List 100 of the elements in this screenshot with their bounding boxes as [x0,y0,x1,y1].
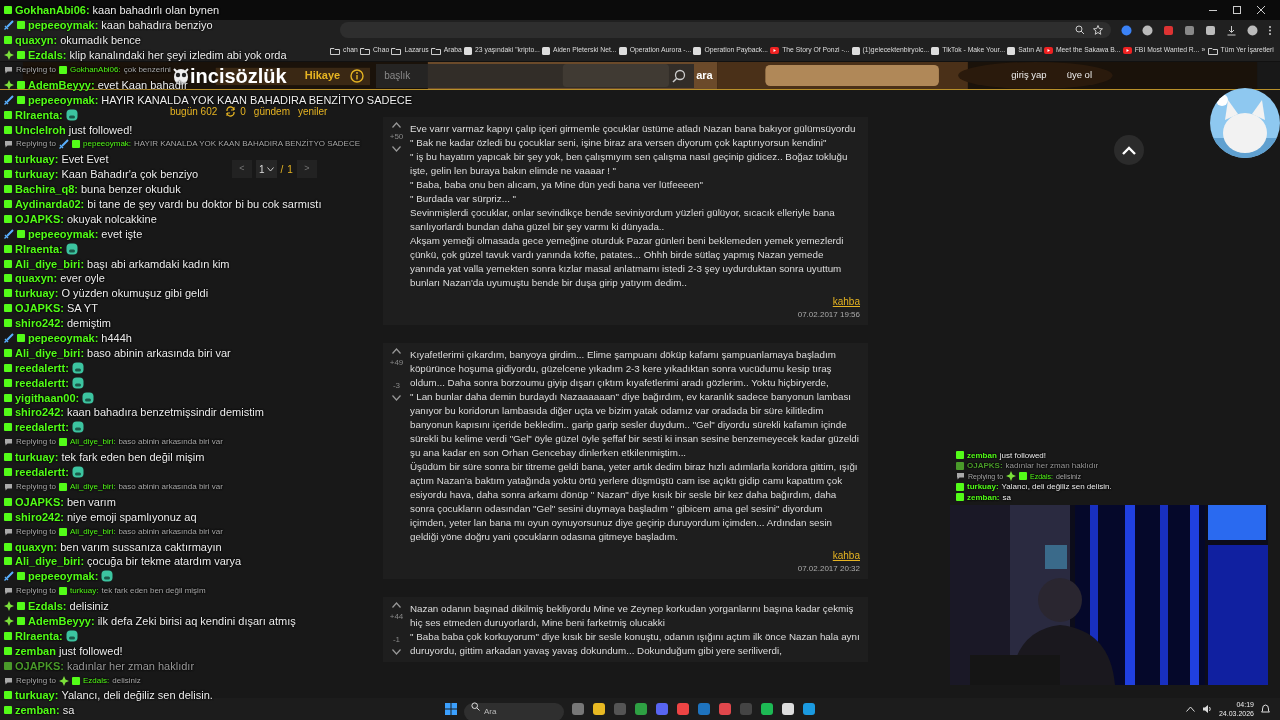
username[interactable]: reedalertt: [15,466,69,479]
refresh-link[interactable]: 0 [225,104,246,119]
username[interactable]: turkuay: [15,451,59,464]
username[interactable]: reedalertt: [15,361,69,374]
reply-label: Replying to [16,674,57,687]
app-icon[interactable] [634,702,648,716]
author-link[interactable]: kahba [832,294,860,309]
username[interactable]: Ali_diye_biri: [15,257,85,270]
username[interactable]: zemban: [967,492,1000,502]
close-icon[interactable] [1256,5,1266,15]
username[interactable]: Ezdals: [28,49,67,62]
username[interactable]: Ali_diye_biri: [70,480,116,493]
username[interactable]: turkuay: [15,168,59,181]
page-icon [618,46,627,55]
username[interactable]: quaxyn: [15,540,58,553]
username[interactable]: quaxyn: [15,34,58,47]
username[interactable]: zemban: [15,704,60,717]
username[interactable]: Ezdals: [83,674,110,687]
username[interactable]: RIraenta: [15,629,63,642]
username[interactable]: turkuay: [15,689,59,702]
username[interactable]: AdemBeyyy: [28,614,95,627]
next-page-button[interactable]: > [296,160,317,178]
nav-link[interactable]: yeniler [298,104,328,119]
username[interactable]: RIraenta: [15,242,63,255]
extension-icon[interactable] [1184,24,1195,36]
downvote-icon[interactable] [392,395,401,401]
app-icon[interactable] [781,702,795,716]
downvote-icon[interactable] [392,146,401,152]
extension-icon[interactable] [1142,24,1153,36]
taskbar-search-field[interactable]: Ara [464,702,564,720]
app-icon[interactable] [592,702,606,716]
extension-icon[interactable] [1163,24,1174,36]
username[interactable]: shiro242: [15,510,64,523]
username[interactable]: pepeeoymak: [28,19,99,32]
nav-link[interactable]: bugün 602 [170,104,218,119]
username[interactable]: OJAPKS: [15,495,64,508]
app-icon[interactable] [802,702,816,716]
chat-message: okumadık bence [60,34,141,47]
username[interactable]: UncleIroh [15,123,66,136]
scroll-to-top-button[interactable] [1114,135,1144,165]
sparkle-badge-icon [59,675,70,686]
username[interactable]: turkuay: [70,585,99,598]
username[interactable]: OJAPKS: [15,302,64,315]
username[interactable]: turkuay: [15,153,59,166]
chevron-up-icon[interactable] [1185,706,1195,712]
username[interactable]: shiro242: [15,317,64,330]
page-select[interactable]: 1 [256,160,277,178]
extension-icon[interactable] [1121,24,1132,36]
reply-label: Replying to [16,436,57,449]
username[interactable]: shiro242: [15,406,64,419]
username[interactable]: GokhanAbi06: [15,4,90,17]
chat-message: h444h [101,332,132,345]
username[interactable]: zemban [967,450,997,460]
profile-icon[interactable] [1247,24,1258,36]
username[interactable]: pepeeoymak: [28,332,99,345]
username[interactable]: yigithaan00: [15,391,80,404]
star-icon[interactable] [1093,25,1103,35]
username[interactable]: quaxyn: [15,272,58,285]
previous-page-button[interactable]: < [232,160,252,178]
username[interactable]: reedalertt: [15,376,69,389]
author-link[interactable]: kahba [832,548,860,563]
upvote-icon[interactable] [392,348,401,354]
username[interactable]: pepeeoymak: [28,93,99,106]
menu-icon[interactable] [1268,24,1272,36]
username[interactable]: zemban [15,644,56,657]
chat-message: HAYIR KANALDA YOK KAAN BAHADIRA BENZİTYO SADECE [101,93,413,106]
username[interactable]: pepeeoymak: [28,227,99,240]
username[interactable]: Ali_diye_biri: [70,525,116,538]
app-icon[interactable] [760,702,774,716]
extension-icon[interactable] [1205,24,1216,36]
username[interactable]: Ali_diye_biri: [70,436,116,449]
username[interactable]: OJAPKS: [967,461,1003,471]
username[interactable]: turkuay: [15,287,59,300]
windows-logo-icon[interactable] [445,703,457,715]
zoom-icon[interactable] [1075,25,1085,35]
bell-icon[interactable] [1261,704,1270,714]
nav-link[interactable]: gündem [253,104,290,119]
speech-bubble-icon [4,527,13,536]
username[interactable]: Aydinarda02: [15,198,85,210]
username[interactable]: OJAPKS: [15,212,64,225]
username[interactable]: OJAPKS: [15,659,64,672]
download-icon[interactable] [1226,24,1237,36]
username[interactable]: RIraenta: [15,108,63,121]
username[interactable]: Ezdals: [28,600,67,613]
upvote-icon[interactable] [392,602,401,608]
username[interactable]: Ali_diye_biri: [15,346,85,359]
username[interactable]: pepeeoymak: [28,570,99,583]
chat-message: ben varım [66,495,116,508]
upvote-icon[interactable] [392,122,401,128]
maximize-icon[interactable] [1232,5,1242,15]
username[interactable]: reedalertt: [15,421,69,434]
username[interactable]: pepeeoymak: [83,138,132,151]
username[interactable]: turkuay: [967,482,999,492]
chat-message: evet işte [101,227,143,240]
speaker-icon[interactable] [1201,704,1212,714]
chat-message: kaan bahadırlı olan bynen [92,4,220,17]
username[interactable]: Bachira_q8: [15,183,78,196]
downvote-icon[interactable] [392,649,401,655]
entry-paragraph: " Lan bunlar daha demin burdaydı Nazaaaaaan" diye bağırdım, ev karanlık sadece banyonun lambası yanıyor bu koridorun lambasıda diğer uçta ve bizim yatak odamız var oradada bir süre kilitledim banyonun kapısını içeride bekledim.. garip garip sesler duydum.. "Gel" diyordu sürekli kafamın içinde sürekli bu kelime verdi "Gel" öyle güzel öyle şeffaf bir sesti ki insan sesine benzemeyecek kadar güzeldi şu ana kadar en son Orhan Gencebay dinlerken etkilenmiştim... [410,390,860,460]
username[interactable]: Ali_diye_biri: [15,555,85,568]
